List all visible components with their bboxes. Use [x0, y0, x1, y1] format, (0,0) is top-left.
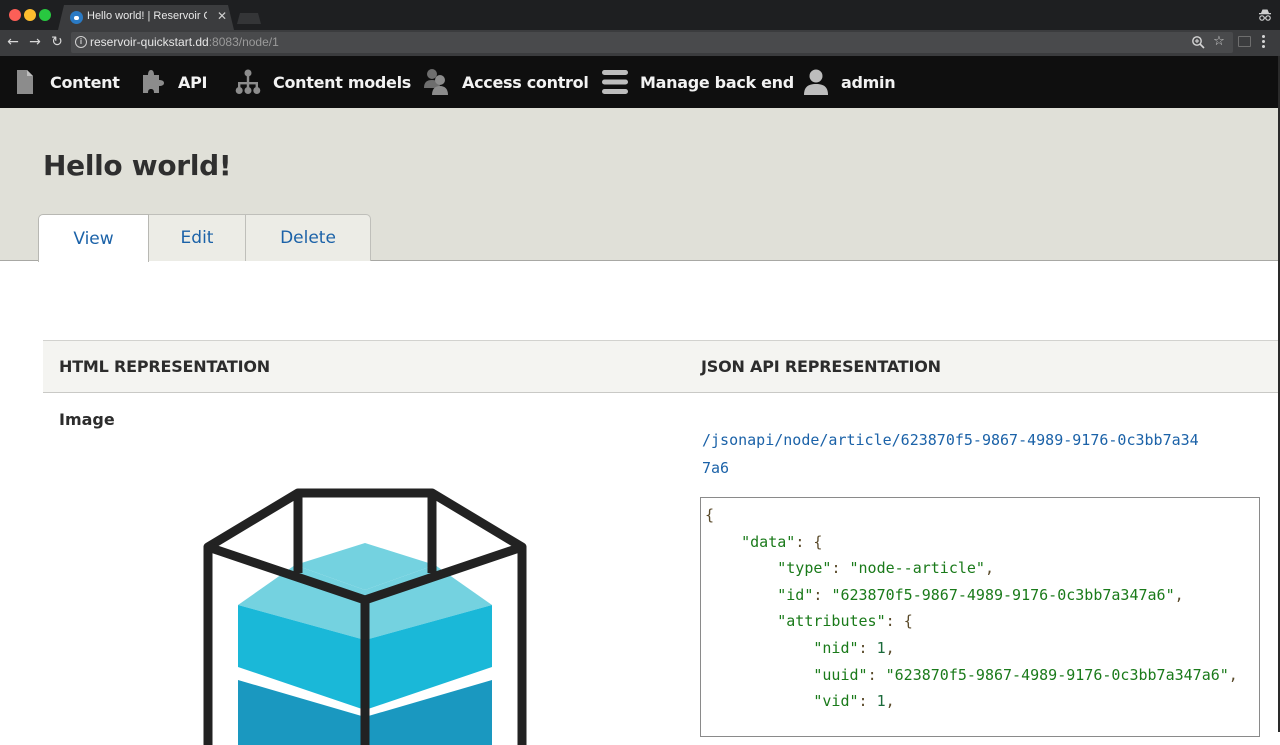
toolbar-label: Access control	[462, 72, 589, 92]
tab-view[interactable]: View	[38, 214, 149, 262]
json-punctuation: ,	[1228, 665, 1238, 684]
json-key: "type"	[777, 559, 832, 578]
minimize-window-button[interactable]	[24, 9, 36, 21]
tab-delete[interactable]: Delete	[246, 214, 371, 261]
json-punctuation: ,	[885, 692, 895, 711]
json-separator: :	[831, 559, 850, 578]
json-line: "attributes": {	[705, 608, 1255, 635]
toolbar-item-content[interactable]: Content	[10, 56, 120, 108]
json-line: "nid": 1,	[705, 635, 1255, 662]
toolbar-item-admin[interactable]: admin	[801, 56, 896, 108]
json-value: 1	[876, 692, 886, 711]
url-path: :8083/node/1	[208, 35, 279, 49]
forward-arrow-icon[interactable]: →	[27, 34, 43, 50]
json-key: "id"	[777, 585, 814, 604]
new-tab-button[interactable]	[237, 13, 261, 24]
json-punctuation: ,	[984, 559, 994, 578]
toolbar-label: API	[178, 72, 208, 92]
toolbar-item-content-models[interactable]: Content models	[233, 56, 411, 108]
people-icon	[422, 67, 452, 97]
json-separator: :	[813, 585, 832, 604]
puzzle-icon	[138, 67, 168, 97]
json-key: "uuid"	[813, 665, 868, 684]
incognito-icon	[1259, 9, 1271, 21]
page-header: Hello world! View Edit Delete	[0, 108, 1280, 262]
json-line: "vid": 1,	[705, 688, 1255, 715]
json-punctuation: {	[705, 506, 715, 524]
json-punctuation: ,	[885, 638, 895, 657]
toolbar-item-access-control[interactable]: Access control	[422, 56, 589, 108]
maximize-window-button[interactable]	[39, 9, 51, 21]
json-line: "type": "node--article",	[705, 555, 1255, 582]
json-line: "uuid": "623870f5-9867-4989-9176-0c3bb7a…	[705, 662, 1255, 689]
menu-icon[interactable]	[1262, 35, 1266, 51]
info-icon[interactable]: i	[75, 36, 87, 48]
json-code: { "data": { "type": "node--article", "id…	[705, 502, 1255, 715]
file-icon	[10, 67, 40, 97]
url-host: reservoir-quickstart.dd	[90, 35, 209, 49]
json-key: "nid"	[813, 638, 859, 657]
json-punctuation: {	[813, 532, 823, 551]
drupal-favicon-icon	[70, 11, 83, 24]
tab-title: Hello world! | Reservoir Quickstart	[87, 10, 207, 22]
json-key: "data"	[741, 532, 796, 551]
json-key: "vid"	[813, 692, 859, 711]
table-header-row: HTML REPRESENTATION JSON API REPRESENTAT…	[43, 340, 1278, 393]
json-separator: :	[885, 612, 904, 631]
browser-toolbar: ← → ↻ i reservoir-quickstart.dd:8083/nod…	[0, 30, 1280, 56]
hamburger-icon	[600, 67, 630, 97]
hierarchy-icon	[233, 67, 263, 97]
close-window-button[interactable]	[9, 9, 21, 21]
browser-titlebar: Hello world! | Reservoir Quickstart ✕	[0, 0, 1280, 30]
column-header-html: HTML REPRESENTATION	[59, 357, 270, 376]
json-value: 1	[876, 638, 886, 657]
address-bar[interactable]: i reservoir-quickstart.dd:8083/node/1 ☆	[71, 32, 1233, 53]
back-arrow-icon[interactable]: ←	[5, 34, 21, 50]
toolbar-label: admin	[841, 72, 896, 92]
toolbar-item-api[interactable]: API	[138, 56, 207, 108]
json-line: "data": {	[705, 529, 1255, 556]
toolbar-label: Content	[50, 72, 120, 92]
json-separator: :	[795, 532, 814, 551]
json-punctuation: ,	[1174, 585, 1184, 604]
json-separator: :	[858, 638, 877, 657]
json-key: "attributes"	[777, 612, 886, 631]
cast-icon[interactable]	[1238, 36, 1251, 47]
bookmark-star-icon[interactable]: ☆	[1212, 35, 1226, 49]
json-separator: :	[858, 692, 877, 711]
tab-close-icon[interactable]: ✕	[217, 9, 227, 23]
browser-tab[interactable]: Hello world! | Reservoir Quickstart ✕	[58, 5, 234, 30]
json-code-block[interactable]: { "data": { "type": "node--article", "id…	[700, 497, 1260, 737]
json-separator: :	[867, 665, 886, 684]
reload-icon[interactable]: ↻	[49, 34, 65, 50]
zoom-icon[interactable]	[1191, 35, 1205, 49]
json-value: "node--article"	[849, 559, 985, 578]
json-punctuation: {	[903, 612, 913, 631]
field-label-image: Image	[59, 410, 115, 429]
user-icon	[801, 67, 831, 97]
page-title: Hello world!	[43, 149, 232, 182]
jsonapi-resource-link[interactable]: /jsonapi/node/article/623870f5-9867-4989…	[702, 426, 1202, 482]
json-value: "623870f5-9867-4989-9176-0c3bb7a347a6"	[831, 585, 1175, 604]
admin-toolbar: Content API Content models Access contro…	[0, 56, 1280, 108]
json-line: "id": "623870f5-9867-4989-9176-0c3bb7a34…	[705, 582, 1255, 609]
url-text[interactable]: reservoir-quickstart.dd:8083/node/1	[90, 35, 279, 49]
toolbar-label: Manage back end	[640, 72, 794, 92]
toolbar-label: Content models	[273, 72, 412, 92]
json-value: "623870f5-9867-4989-9176-0c3bb7a347a6"	[885, 665, 1229, 684]
tab-edit[interactable]: Edit	[149, 214, 246, 261]
reservoir-logo-image	[203, 488, 527, 745]
json-line: {	[705, 502, 1255, 529]
column-header-json-api: JSON API REPRESENTATION	[701, 357, 941, 376]
toolbar-item-manage-back-end[interactable]: Manage back end	[600, 56, 794, 108]
local-tabs: View Edit Delete	[38, 214, 371, 262]
